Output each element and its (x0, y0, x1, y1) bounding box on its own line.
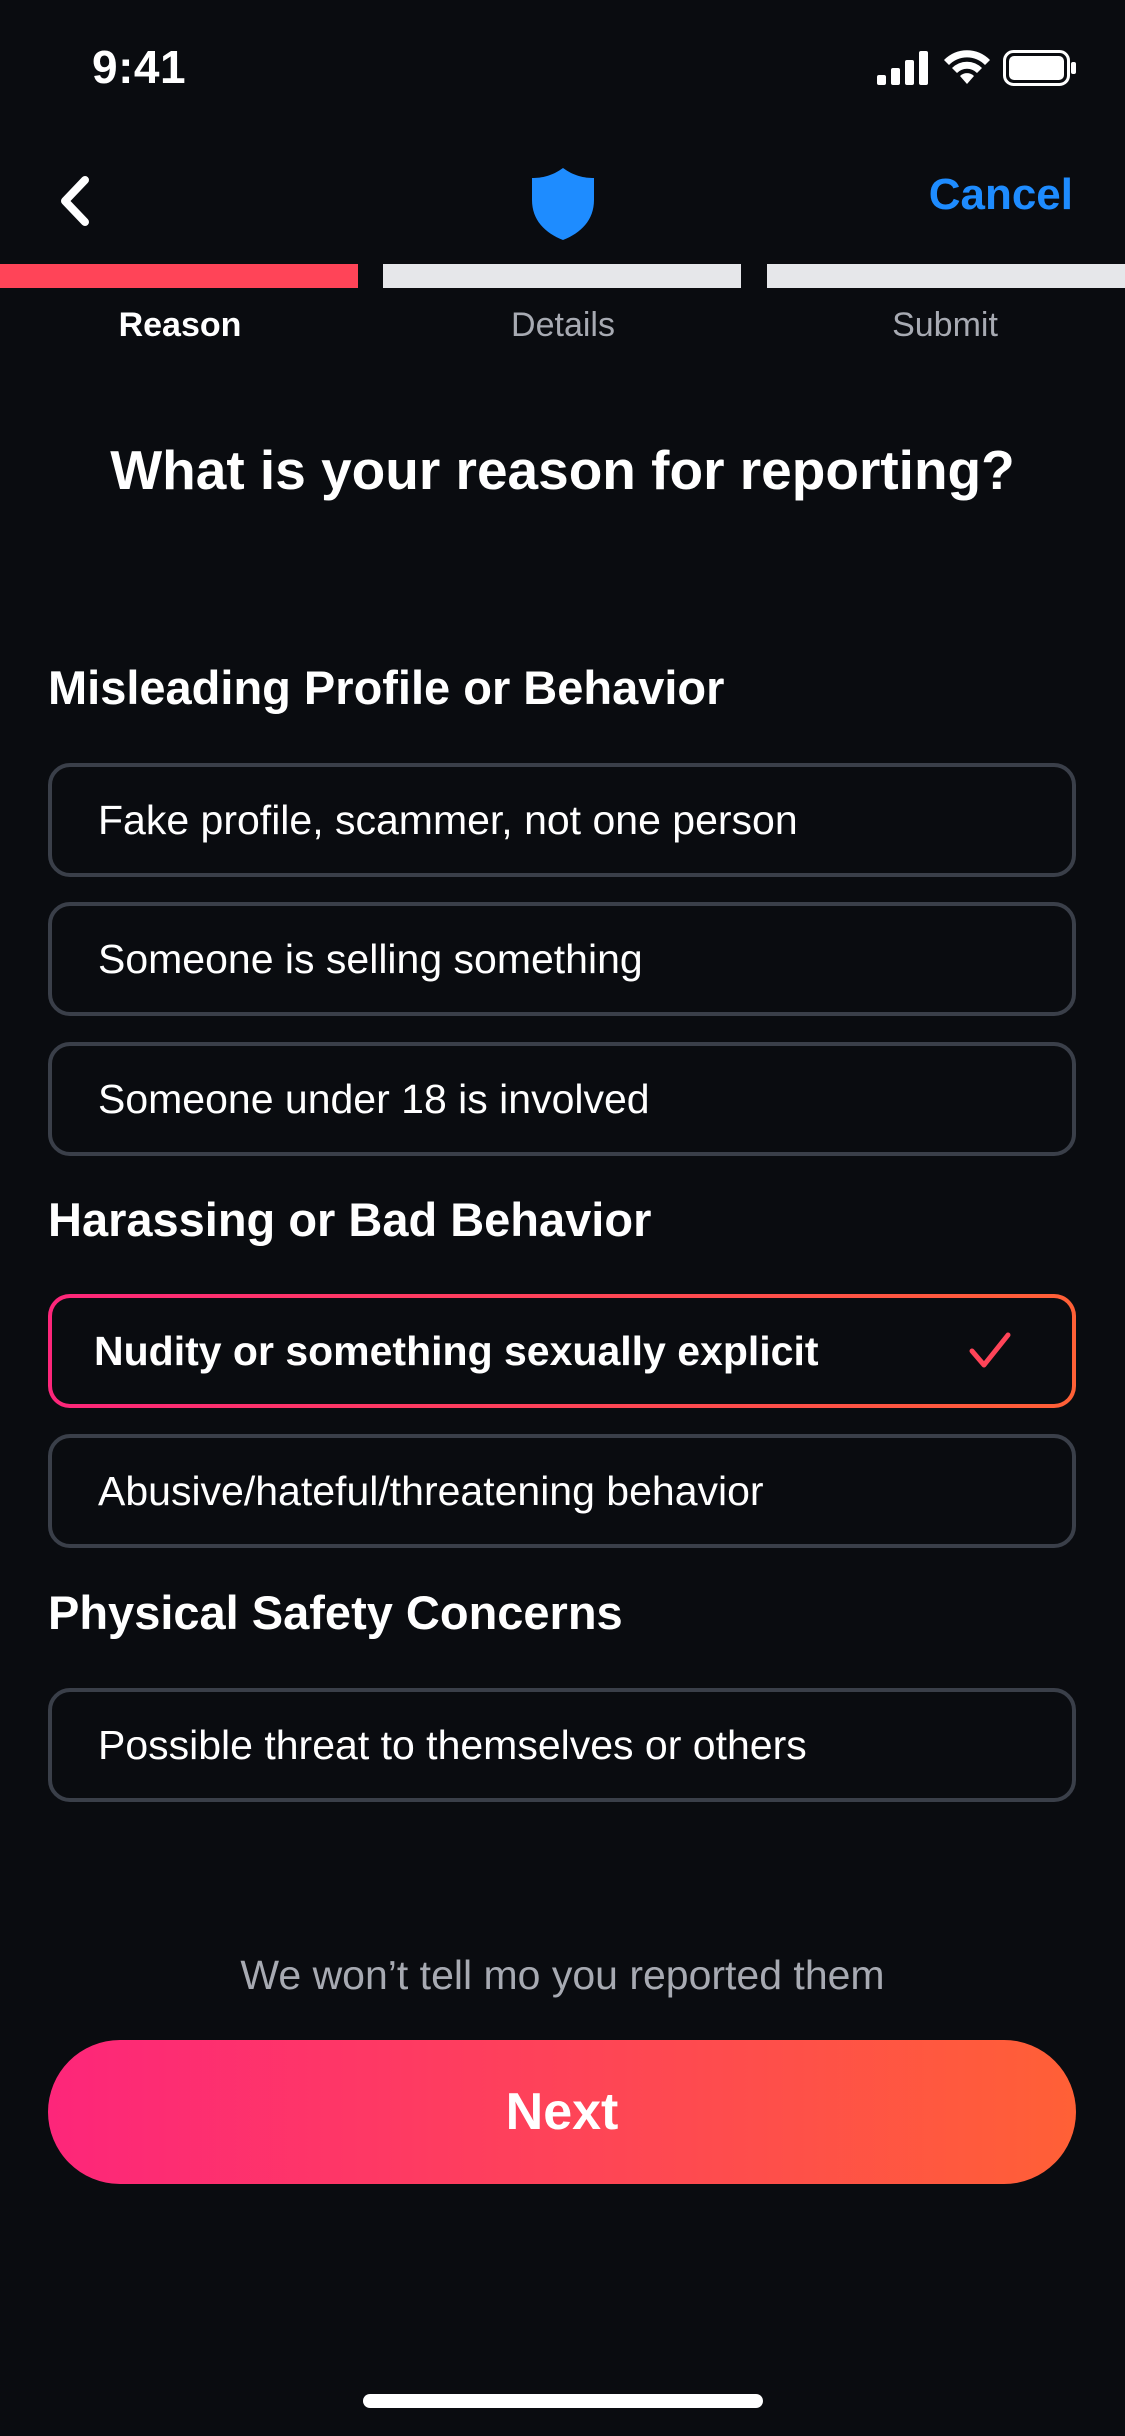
nav-bar: Cancel (0, 150, 1125, 250)
option-nudity[interactable]: Nudity or something sexually explicit (48, 1294, 1076, 1408)
step-label-submit: Submit (892, 306, 998, 344)
section-heading-safety: Physical Safety Concerns (48, 1586, 623, 1639)
option-threat[interactable]: Possible threat to themselves or others (48, 1688, 1076, 1802)
page-title: What is your reason for reporting? (110, 439, 1015, 501)
status-time: 9:41 (92, 41, 187, 93)
disclaimer-text: We won’t tell mo you reported them (240, 1952, 885, 1998)
back-button[interactable] (40, 166, 110, 236)
signal-icon (877, 50, 931, 90)
step-label-reason: Reason (118, 306, 242, 344)
step-bar-details (383, 264, 741, 288)
shield-icon (532, 168, 594, 240)
status-icons (877, 49, 1077, 91)
step-label-details: Details (511, 306, 615, 344)
option-abusive[interactable]: Abusive/hateful/threatening behavior (48, 1434, 1076, 1548)
section-heading-harassing: Harassing or Bad Behavior (48, 1193, 652, 1246)
option-nudity-label: Nudity or something sexually explicit (94, 1327, 819, 1374)
wifi-icon (943, 49, 991, 91)
option-selling[interactable]: Someone is selling something (48, 902, 1076, 1016)
battery-icon (1003, 49, 1077, 91)
progress-stepper: Reason Details Submit (0, 264, 1125, 354)
checkmark-icon (968, 1329, 1012, 1373)
status-bar: 9:41 (0, 0, 1125, 140)
step-bar-reason (0, 264, 358, 288)
cancel-button[interactable]: Cancel (929, 170, 1073, 220)
section-heading-misleading: Misleading Profile or Behavior (48, 661, 725, 714)
option-under-18[interactable]: Someone under 18 is involved (48, 1042, 1076, 1156)
step-bar-submit (767, 264, 1125, 288)
next-button[interactable]: Next (48, 2040, 1076, 2184)
chevron-left-icon (61, 176, 89, 226)
option-nudity-inner: Nudity or something sexually explicit (52, 1298, 1072, 1404)
home-indicator (363, 2394, 763, 2408)
option-fake-profile[interactable]: Fake profile, scammer, not one person (48, 763, 1076, 877)
